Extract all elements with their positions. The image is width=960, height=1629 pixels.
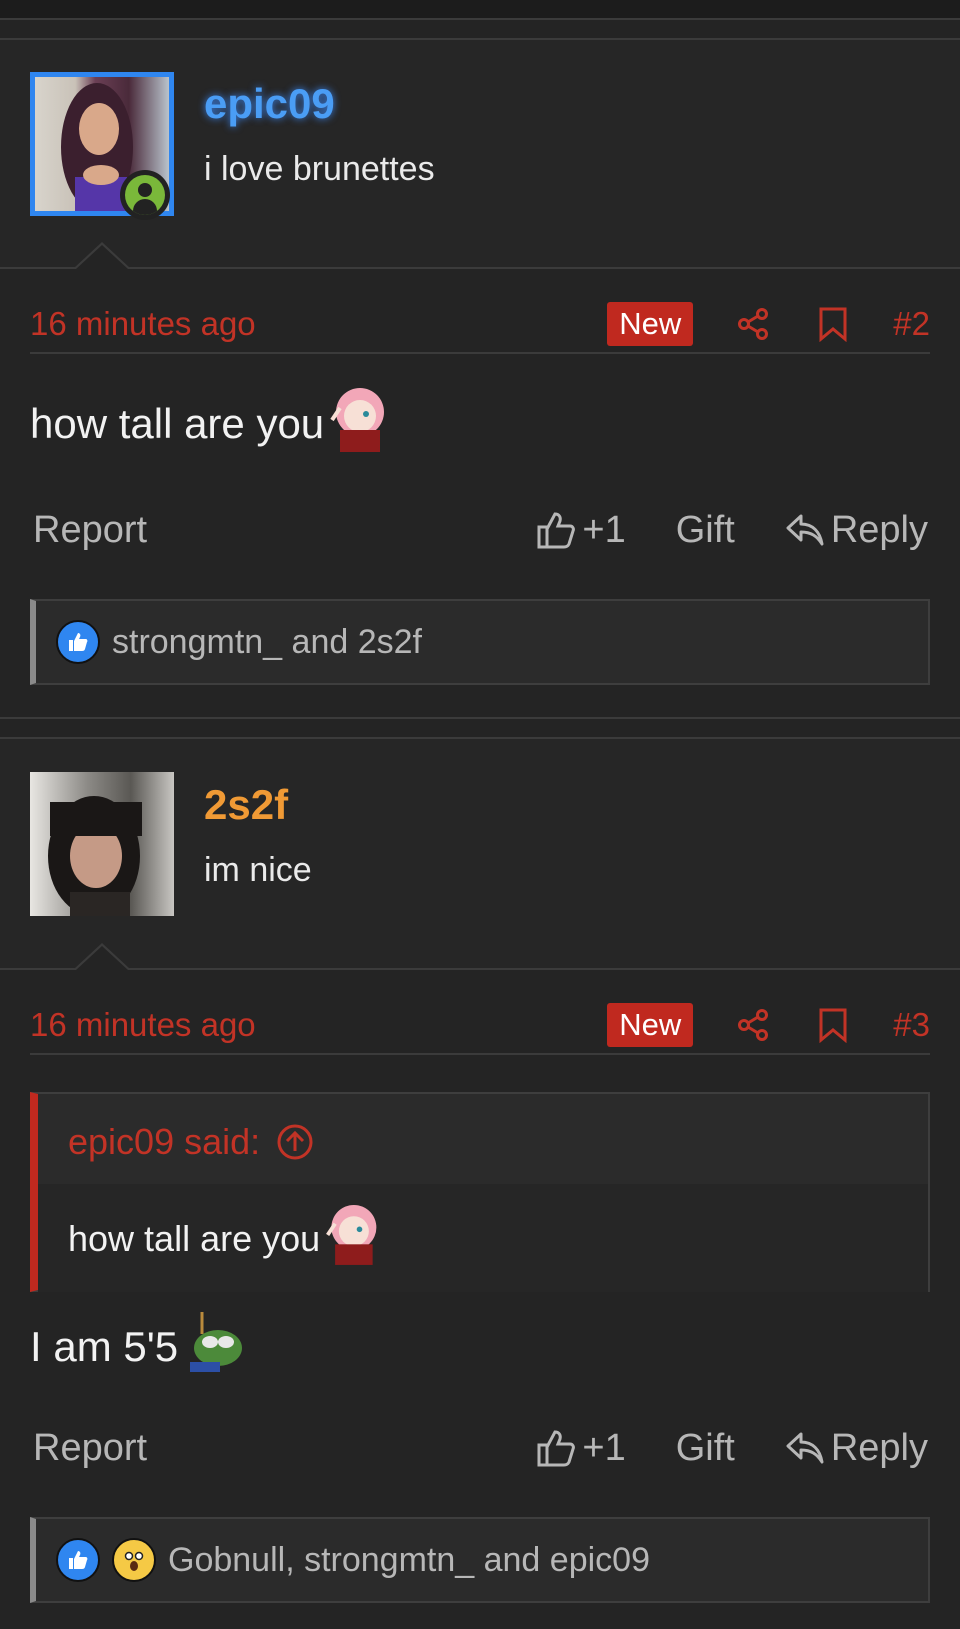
online-status-icon (120, 170, 170, 220)
post-2-header: 2s2f im nice (0, 739, 960, 969)
jump-up-icon (277, 1124, 313, 1160)
post-meta: 16 minutes ago New #2 (30, 296, 930, 354)
notch-inner (76, 245, 128, 269)
username[interactable]: 2s2f (204, 781, 288, 829)
quote-text: how tall are you (68, 1217, 321, 1259)
quote-header[interactable]: epic09 said: (68, 1106, 314, 1178)
reply-button[interactable]: Reply (785, 1427, 928, 1470)
post-1-header: epic09 i love brunettes (0, 40, 960, 268)
reactions-users[interactable]: Gobnull, strongmtn_ and epic09 (168, 1541, 650, 1580)
notch-inner (76, 946, 128, 970)
gift-button[interactable]: Gift (676, 1427, 735, 1470)
share-icon[interactable] (733, 304, 773, 344)
user-title: im nice (204, 851, 312, 889)
pepe-frog-sticker-icon (188, 1312, 244, 1382)
username[interactable]: epic09 (204, 80, 335, 128)
post-message: how tall are you (30, 388, 390, 460)
reply-icon (786, 514, 824, 546)
like-button[interactable]: +1 (536, 508, 626, 552)
divider (0, 968, 960, 970)
post-time[interactable]: 16 minutes ago (30, 305, 607, 343)
quote-content: how tall are you (68, 1202, 382, 1275)
bookmark-icon[interactable] (813, 304, 853, 344)
bookmark-icon[interactable] (813, 1005, 853, 1045)
like-reaction-icon (56, 1538, 100, 1582)
post-number[interactable]: #2 (893, 305, 930, 343)
post-message: I am 5'5 (30, 1312, 244, 1382)
post-time[interactable]: 16 minutes ago (30, 1006, 607, 1044)
reactions-bar[interactable]: Gobnull, strongmtn_ and epic09 (30, 1517, 930, 1603)
quote-author[interactable]: epic09 said: (68, 1121, 260, 1163)
new-badge: New (607, 302, 694, 346)
post-number[interactable]: #3 (893, 1006, 930, 1044)
report-button[interactable]: Report (33, 509, 486, 552)
post-separator (0, 717, 960, 719)
report-button[interactable]: Report (33, 1427, 486, 1470)
like-count: +1 (582, 508, 626, 551)
message-text: how tall are you (30, 400, 325, 447)
post-actions: Report +1 Gift Reply (33, 1418, 928, 1478)
avatar-2s2f[interactable] (30, 772, 174, 916)
message-text: I am 5'5 (30, 1323, 179, 1370)
like-count: +1 (582, 1426, 626, 1469)
share-icon[interactable] (733, 1005, 773, 1045)
anime-girl-sticker-icon (326, 386, 390, 462)
like-button[interactable]: +1 (536, 1426, 626, 1470)
user-title: i love brunettes (204, 150, 435, 188)
thumbs-up-icon (537, 1430, 576, 1467)
wow-reaction-icon (112, 1538, 156, 1582)
post-meta: 16 minutes ago New #3 (30, 997, 930, 1055)
reply-icon (786, 1432, 824, 1464)
reactions-users[interactable]: strongmtn_ and 2s2f (112, 623, 422, 662)
new-badge: New (607, 1003, 694, 1047)
like-reaction-icon (56, 620, 100, 664)
thumbs-up-icon (537, 512, 576, 549)
divider (0, 267, 960, 269)
top-bar (0, 0, 960, 20)
gift-button[interactable]: Gift (676, 509, 735, 552)
reactions-bar[interactable]: strongmtn_ and 2s2f (30, 599, 930, 685)
post-actions: Report +1 Gift Reply (33, 500, 928, 560)
reply-label: Reply (830, 508, 928, 551)
quote-body: how tall are you (38, 1184, 928, 1292)
reply-button[interactable]: Reply (785, 509, 928, 552)
reply-label: Reply (830, 1426, 928, 1469)
anime-girl-sticker-icon (322, 1202, 382, 1275)
quote-block: epic09 said: how tall are you (30, 1092, 930, 1292)
